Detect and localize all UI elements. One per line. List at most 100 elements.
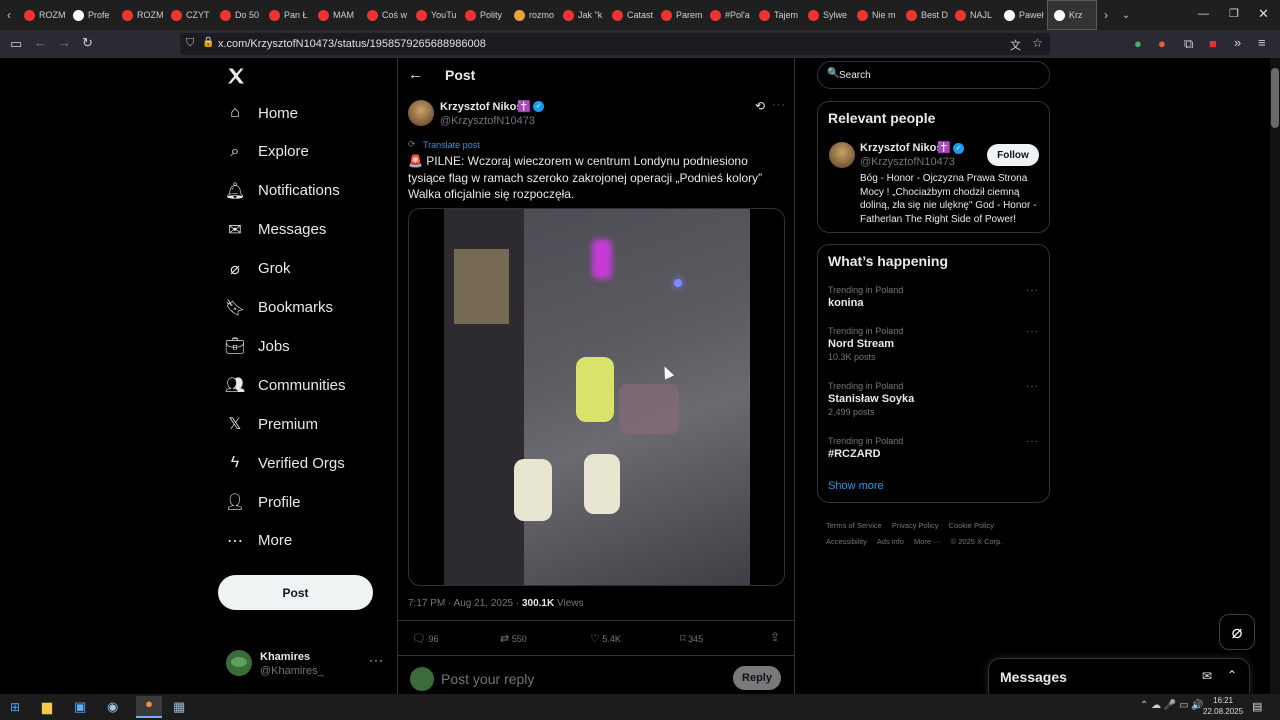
browser-tab[interactable]: YouTu: [410, 0, 459, 30]
translate-icon[interactable]: 文: [1010, 37, 1021, 53]
x-logo-icon[interactable]: [226, 66, 246, 86]
calculator-icon[interactable]: ▦: [173, 699, 185, 715]
tab-scroll-right-icon[interactable]: ›: [1097, 8, 1115, 22]
notifications-icon[interactable]: ▤: [1252, 700, 1262, 713]
search-box[interactable]: 🔍 Search: [817, 61, 1050, 89]
account-more-icon[interactable]: ···: [369, 653, 384, 667]
sidebar-item-explore[interactable]: ⌕ Explore: [224, 141, 309, 163]
extension-red-icon[interactable]: ■: [1209, 36, 1217, 51]
browser-tab[interactable]: Parem: [655, 0, 704, 30]
trend-more-icon[interactable]: ···: [1026, 326, 1039, 337]
trend-more-icon[interactable]: ···: [1026, 436, 1039, 447]
footer-link[interactable]: Privacy Policy: [892, 521, 939, 530]
browser-tab[interactable]: Paweł: [998, 0, 1047, 30]
browser-tab[interactable]: Sylwe: [802, 0, 851, 30]
sidebar-item-grok[interactable]: ⌀ Grok: [224, 258, 290, 280]
trend-item[interactable]: Trending in Poland #RCZARD ···: [828, 436, 1043, 462]
back-icon[interactable]: ←: [34, 35, 47, 50]
page-scrollbar[interactable]: [1270, 58, 1280, 694]
author-avatar[interactable]: [408, 100, 434, 126]
show-more-link[interactable]: Show more: [828, 480, 884, 492]
browser-tab[interactable]: Nie m: [851, 0, 900, 30]
reply-input[interactable]: Post your reply: [441, 671, 534, 687]
tab-list-icon[interactable]: ⌄: [1115, 10, 1137, 21]
url-field[interactable]: ⛉ 🔒 x.com/KrzysztofN10473/status/1958579…: [180, 33, 1050, 55]
browser-tab[interactable]: Pan Ł: [263, 0, 312, 30]
browser-tab[interactable]: ROZM: [18, 0, 67, 30]
back-arrow-icon[interactable]: ←: [408, 66, 423, 83]
sidebar-item-bookmarks[interactable]: 🔖︎ Bookmarks: [224, 297, 333, 319]
minimize-icon[interactable]: —: [1198, 8, 1209, 20]
sidebar-item-communities[interactable]: 👥︎ Communities: [224, 374, 346, 396]
tab-scroll-left-icon[interactable]: ‹: [0, 8, 18, 22]
reload-icon[interactable]: ↻: [82, 35, 93, 51]
relevant-name[interactable]: Krzysztof Nikos: [860, 142, 943, 154]
sidebar-toggle-icon[interactable]: ▭: [10, 36, 22, 52]
star-icon[interactable]: ☆: [1032, 36, 1043, 50]
forward-icon[interactable]: →: [58, 35, 71, 50]
trend-item[interactable]: Trending in Poland Nord Stream 10.3K posts…: [828, 326, 1043, 362]
translate-post-link[interactable]: Translate post: [423, 140, 480, 150]
browser-tab[interactable]: CZYT: [165, 0, 214, 30]
author-name[interactable]: Krzysztof Nikos: [440, 101, 523, 113]
browser-tab[interactable]: Jak "k: [557, 0, 606, 30]
footer-link[interactable]: © 2025 X Corp.: [951, 537, 1003, 546]
browser-tab[interactable]: rozmo: [508, 0, 557, 30]
messages-drawer[interactable]: Messages ✉ ⌃: [988, 658, 1250, 694]
sidebar-item-messages[interactable]: ✉ Messages: [224, 219, 326, 241]
trend-item[interactable]: Trending in Poland konina ···: [828, 285, 1043, 311]
footer-link[interactable]: Ads info: [877, 537, 904, 546]
footer-link[interactable]: Cookie Policy: [949, 521, 994, 530]
footer-link[interactable]: Accessibility: [826, 537, 867, 546]
post-button[interactable]: Post: [218, 575, 373, 610]
new-message-icon[interactable]: ✉: [1202, 669, 1212, 683]
maximize-icon[interactable]: ❐: [1229, 7, 1239, 20]
extensions-icon[interactable]: ⧉: [1184, 36, 1193, 52]
post-video[interactable]: [408, 208, 785, 586]
repost-action[interactable]: ⇄ 550: [500, 632, 527, 645]
like-action[interactable]: ♡ 5.4K: [590, 632, 621, 645]
follow-button[interactable]: Follow: [987, 144, 1039, 166]
browser-tab[interactable]: NAJL: [949, 0, 998, 30]
trend-more-icon[interactable]: ···: [1026, 381, 1039, 392]
browser-tab[interactable]: Krz: [1047, 0, 1097, 30]
scrollbar-thumb[interactable]: [1271, 68, 1279, 128]
browser-tab[interactable]: Coś w: [361, 0, 410, 30]
grok-post-icon[interactable]: ⟲: [755, 99, 765, 113]
expand-up-icon[interactable]: ⌃: [1227, 668, 1237, 682]
start-icon[interactable]: ⊞: [10, 700, 20, 714]
browser-tab[interactable]: ROZM: [116, 0, 165, 30]
explorer-icon[interactable]: ▆: [42, 699, 52, 715]
post-time[interactable]: 7:17 PM · Aug 21, 2025 ·: [408, 598, 522, 609]
sidebar-item-home[interactable]: ⌂ Home: [224, 102, 298, 124]
browser-tab[interactable]: Do 50: [214, 0, 263, 30]
overflow-icon[interactable]: »: [1234, 35, 1241, 50]
browser-tab[interactable]: MAM: [312, 0, 361, 30]
post-more-icon[interactable]: ···: [772, 99, 786, 111]
browser-tab[interactable]: Best D: [900, 0, 949, 30]
extension-fox-icon[interactable]: ●: [1158, 36, 1166, 51]
sidebar-item-jobs[interactable]: 💼︎ Jobs: [224, 335, 290, 357]
browser-tab[interactable]: #Pol'a: [704, 0, 753, 30]
browser-tab[interactable]: Polity: [459, 0, 508, 30]
remote-icon[interactable]: ▣: [74, 699, 86, 715]
sidebar-item-more[interactable]: ⋯ More: [224, 530, 292, 552]
sidebar-item-notifications[interactable]: 🔔︎ Notifications: [224, 180, 340, 202]
browser-tab[interactable]: Tajem: [753, 0, 802, 30]
sidebar-item-premium[interactable]: 𝕏 Premium: [224, 413, 318, 435]
trend-more-icon[interactable]: ···: [1026, 285, 1039, 296]
footer-link[interactable]: More ···: [914, 537, 941, 546]
firefox-icon[interactable]: ●: [136, 696, 162, 718]
browser-tab[interactable]: Profe: [67, 0, 116, 30]
trend-item[interactable]: Trending in Poland Stanisław Soyka 2,499 p…: [828, 381, 1043, 417]
close-window-icon[interactable]: ✕: [1258, 6, 1269, 22]
reply-button[interactable]: Reply: [733, 666, 781, 690]
grok-float-button[interactable]: ⌀: [1219, 614, 1255, 650]
relevant-avatar[interactable]: [829, 142, 855, 168]
tray-icons[interactable]: ⌃ ☁ 🎤 ▭ 🔊: [1140, 700, 1204, 711]
sidebar-item-profile[interactable]: 👤︎ Profile: [224, 491, 301, 513]
account-switcher[interactable]: Khamires @Khamires_ ···: [226, 648, 386, 680]
footer-link[interactable]: Terms of Service: [826, 521, 882, 530]
menu-icon[interactable]: ≡: [1258, 35, 1266, 50]
share-icon[interactable]: ⇪: [770, 630, 780, 644]
